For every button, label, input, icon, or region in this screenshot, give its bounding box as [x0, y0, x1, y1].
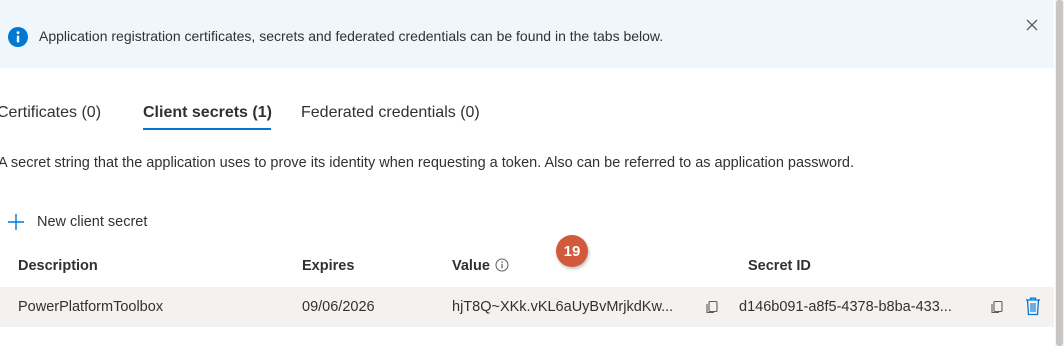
delete-icon[interactable] [1024, 296, 1042, 316]
section-description: A secret string that the application use… [0, 155, 854, 171]
column-header-secret-id: Secret ID [748, 258, 811, 274]
column-header-value: Value [452, 258, 509, 274]
cell-value: hjT8Q~XKk.vKL6aUyBvMrjkdKw... [452, 299, 674, 315]
tab-federated-credentials[interactable]: Federated credentials (0) [301, 104, 480, 122]
column-header-expires: Expires [302, 258, 355, 274]
plus-icon [8, 214, 24, 230]
info-banner: Application registration certificates, s… [0, 0, 1054, 68]
cell-description: PowerPlatformToolbox [18, 299, 164, 315]
tab-client-secrets[interactable]: Client secrets (1) [143, 104, 272, 122]
selected-tab-indicator [143, 128, 271, 130]
new-client-secret-label: New client secret [37, 214, 148, 230]
scrollbar[interactable] [1055, 0, 1064, 346]
copy-value-icon[interactable] [704, 299, 720, 315]
close-icon[interactable] [1025, 18, 1039, 32]
tab-certificates[interactable]: Certificates (0) [0, 104, 101, 122]
column-header-value-label: Value [452, 258, 490, 274]
table-row[interactable]: PowerPlatformToolbox 09/06/2026 hjT8Q~XK… [0, 287, 1054, 327]
scrollbar-thumb[interactable] [1056, 0, 1063, 346]
info-icon [8, 27, 28, 47]
copy-secret-id-icon[interactable] [989, 299, 1005, 315]
cell-secret-id: d146b091-a8f5-4378-b8ba-433... [739, 299, 952, 315]
step-badge: 19 [556, 235, 588, 267]
banner-message: Application registration certificates, s… [39, 28, 664, 44]
column-header-description: Description [18, 258, 98, 274]
cell-expires: 09/06/2026 [302, 299, 375, 315]
info-outline-icon[interactable] [495, 258, 509, 272]
